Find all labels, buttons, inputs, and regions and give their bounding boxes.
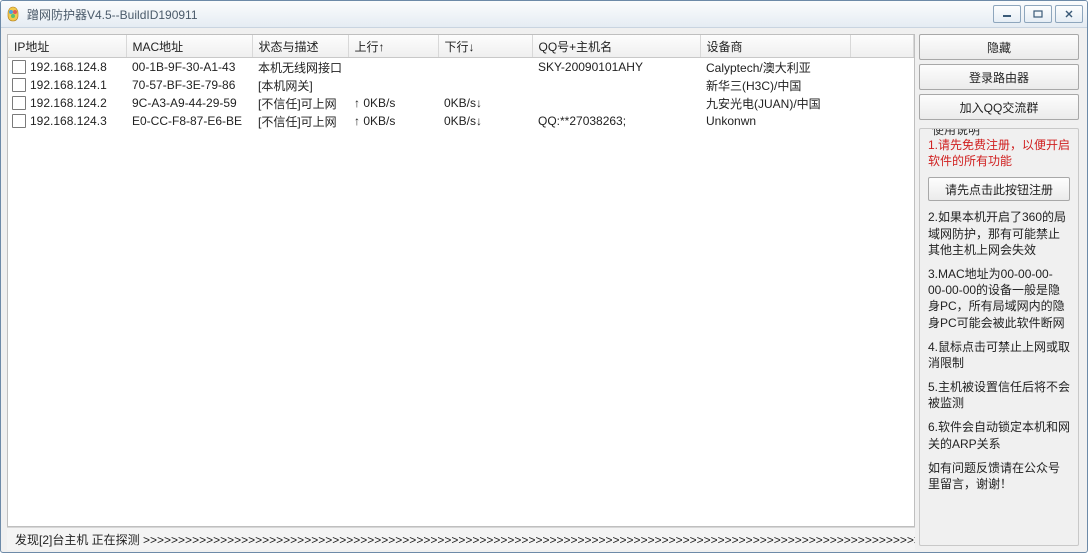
col-vendor[interactable]: 设备商: [700, 35, 850, 58]
cell-mac: 9C-A3-A9-44-29-59: [126, 94, 252, 112]
cell-state: [本机网关]: [252, 76, 348, 94]
cell-extra: [850, 112, 914, 130]
cell-state: 本机无线网接口: [252, 58, 348, 77]
cell-extra: [850, 58, 914, 77]
status-text: 发现[2]台主机 正在探测 >>>>>>>>>>>>>>>>>>>>>>>>>>…: [15, 531, 915, 548]
cell-qq: [532, 94, 700, 112]
tip-4: 4.鼠标点击可禁止上网或取消限制: [928, 339, 1070, 371]
cell-qq: QQ:**27038263;: [532, 112, 700, 130]
row-checkbox[interactable]: [12, 60, 26, 74]
tip-3: 3.MAC地址为00-00-00-00-00-00的设备一般是隐身PC，所有局域…: [928, 266, 1070, 331]
ip-text: 192.168.124.2: [30, 96, 107, 110]
col-qq[interactable]: QQ号+主机名: [532, 35, 700, 58]
tip-5: 5.主机被设置信任后将不会被监测: [928, 379, 1070, 411]
hide-button[interactable]: 隐藏: [919, 34, 1079, 60]
cell-mac: 70-57-BF-3E-79-86: [126, 76, 252, 94]
app-window: 蹭网防护器V4.5--BuildID190911 IP地址 MAC地址: [0, 0, 1088, 553]
cell-qq: [532, 76, 700, 94]
col-mac[interactable]: MAC地址: [126, 35, 252, 58]
window-title: 蹭网防护器V4.5--BuildID190911: [27, 6, 993, 23]
cell-qq: SKY-20090101AHY: [532, 58, 700, 77]
usage-legend: 使用说明: [928, 128, 984, 138]
cell-state: [不信任]可上网: [252, 94, 348, 112]
cell-mac: E0-CC-F8-87-E6-BE: [126, 112, 252, 130]
cell-vendor: Calyptech/澳大利亚: [700, 58, 850, 77]
cell-down: 0KB/s↓: [438, 112, 532, 130]
cell-ip[interactable]: 192.168.124.3: [8, 112, 126, 130]
cell-vendor: Unkonwn: [700, 112, 850, 130]
cell-up: [348, 76, 438, 94]
cell-down: 0KB/s↓: [438, 94, 532, 112]
window-controls: [993, 5, 1083, 23]
cell-state: [不信任]可上网: [252, 112, 348, 130]
app-icon: [5, 6, 21, 22]
table-row[interactable]: 192.168.124.8 00-1B-9F-30-A1-43本机无线网接口 SKY…: [8, 58, 914, 77]
ip-text: 192.168.124.8: [30, 60, 107, 74]
host-table: IP地址 MAC地址 状态与描述 上行↑ 下行↓ QQ号+主机名 设备商 192…: [8, 35, 914, 130]
cell-ip[interactable]: 192.168.124.2: [8, 94, 126, 112]
tip-6: 6.软件会自动锁定本机和网关的ARP关系: [928, 419, 1070, 451]
ip-text: 192.168.124.3: [30, 114, 107, 128]
maximize-button[interactable]: [1024, 5, 1052, 23]
side-panel: 隐藏 登录路由器 加入QQ交流群 使用说明 1.请先免费注册，以便开启软件的所有…: [915, 28, 1087, 552]
cell-vendor: 九安光电(JUAN)/中国: [700, 94, 850, 112]
table-row[interactable]: 192.168.124.3 E0-CC-F8-87-E6-BE[不信任]可上网↑ …: [8, 112, 914, 130]
col-up[interactable]: 上行↑: [348, 35, 438, 58]
col-ip[interactable]: IP地址: [8, 35, 126, 58]
host-grid: IP地址 MAC地址 状态与描述 上行↑ 下行↓ QQ号+主机名 设备商 192…: [7, 34, 915, 527]
col-state[interactable]: 状态与描述: [252, 35, 348, 58]
col-down[interactable]: 下行↓: [438, 35, 532, 58]
close-button[interactable]: [1055, 5, 1083, 23]
cell-up: ↑ 0KB/s: [348, 112, 438, 130]
cell-ip[interactable]: 192.168.124.1: [8, 76, 126, 94]
tip-2: 2.如果本机开启了360的局域网防护，那有可能禁止其他主机上网会失效: [928, 209, 1070, 258]
cell-up: ↑ 0KB/s: [348, 94, 438, 112]
table-row[interactable]: 192.168.124.1 70-57-BF-3E-79-86[本机网关] 新华三(…: [8, 76, 914, 94]
cell-up: [348, 58, 438, 77]
row-checkbox[interactable]: [12, 78, 26, 92]
usage-group: 使用说明 1.请先免费注册，以便开启软件的所有功能 请先点击此按钮注册 2.如果…: [919, 128, 1079, 546]
cell-mac: 00-1B-9F-30-A1-43: [126, 58, 252, 77]
title-bar: 蹭网防护器V4.5--BuildID190911: [1, 1, 1087, 28]
table-row[interactable]: 192.168.124.2 9C-A3-A9-44-29-59[不信任]可上网↑ …: [8, 94, 914, 112]
col-extra[interactable]: [850, 35, 914, 58]
minimize-button[interactable]: [993, 5, 1021, 23]
row-checkbox[interactable]: [12, 96, 26, 110]
row-checkbox[interactable]: [12, 114, 26, 128]
cell-ip[interactable]: 192.168.124.8: [8, 58, 126, 77]
tip-1: 1.请先免费注册，以便开启软件的所有功能: [928, 137, 1070, 169]
cell-extra: [850, 94, 914, 112]
login-router-button[interactable]: 登录路由器: [919, 64, 1079, 90]
ip-text: 192.168.124.1: [30, 78, 107, 92]
join-qq-group-button[interactable]: 加入QQ交流群: [919, 94, 1079, 120]
register-button[interactable]: 请先点击此按钮注册: [928, 177, 1070, 201]
status-bar: 发现[2]台主机 正在探测 >>>>>>>>>>>>>>>>>>>>>>>>>>…: [7, 527, 915, 550]
table-header-row: IP地址 MAC地址 状态与描述 上行↑ 下行↓ QQ号+主机名 设备商: [8, 35, 914, 58]
cell-down: [438, 58, 532, 77]
cell-down: [438, 76, 532, 94]
main-panel: IP地址 MAC地址 状态与描述 上行↑ 下行↓ QQ号+主机名 设备商 192…: [1, 28, 915, 552]
cell-vendor: 新华三(H3C)/中国: [700, 76, 850, 94]
tip-footer: 如有问题反馈请在公众号里留言，谢谢！: [928, 460, 1070, 492]
cell-extra: [850, 76, 914, 94]
